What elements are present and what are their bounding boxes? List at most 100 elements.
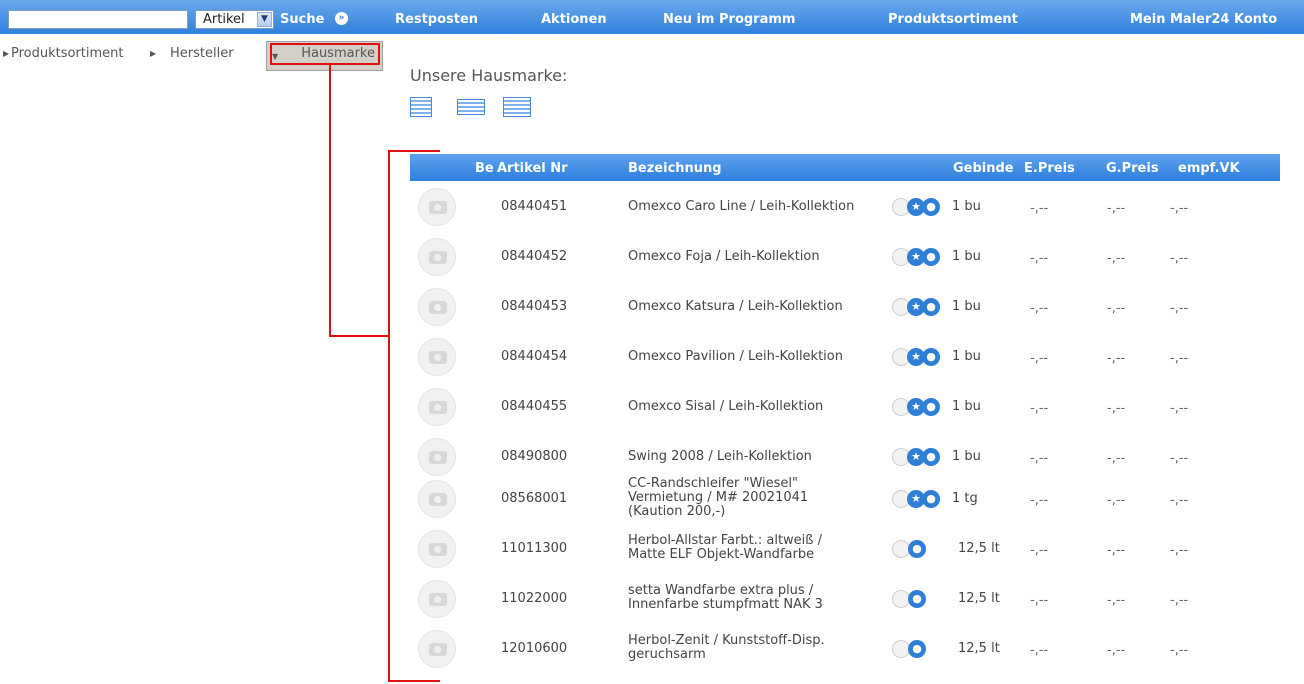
table-row[interactable]: 12010600 Herbol-Zenit / Kunststoff-Disp. g… <box>410 630 1280 680</box>
empf-vk: -,-- <box>1170 593 1189 608</box>
nav-neu-im-programm[interactable]: Neu im Programm <box>663 12 795 27</box>
col-g-preis[interactable]: G.Preis <box>1106 161 1159 176</box>
article-number[interactable]: 08440453 <box>501 300 567 314</box>
table-row[interactable]: 08440454 Omexco Pavilion / Leih-Kollektio… <box>410 338 1280 388</box>
search-scope-select[interactable]: Artikel ▼ <box>195 10 274 29</box>
product-description[interactable]: Omexco Katsura / Leih-Kollektion <box>628 300 893 314</box>
list-view-icon[interactable] <box>410 97 432 117</box>
gebinde: 12,5 lt <box>958 591 1000 606</box>
table-row[interactable]: 08568001 CC-Randschleifer "Wiesel" Vermiet… <box>410 477 1280 530</box>
table-row[interactable]: 08440451 Omexco Caro Line / Leih-Kollekti… <box>410 188 1280 238</box>
table-row[interactable]: 08440453 Omexco Katsura / Leih-Kollektion… <box>410 288 1280 338</box>
nav-restposten[interactable]: Restposten <box>395 12 478 27</box>
g-preis: -,-- <box>1107 593 1126 608</box>
empf-vk: -,-- <box>1170 301 1189 316</box>
product-description[interactable]: setta Wandfarbe extra plus / Innenfarbe s… <box>628 584 893 612</box>
product-description[interactable]: Omexco Pavilion / Leih-Kollektion <box>628 350 893 364</box>
no-image-icon[interactable] <box>418 580 456 618</box>
article-number[interactable]: 08568001 <box>501 492 567 506</box>
table-row[interactable]: 08440452 Omexco Foja / Leih-Kollektion ★ ● 1… <box>410 238 1280 288</box>
no-image-icon[interactable] <box>418 438 456 476</box>
table-row[interactable]: 11011300 Herbol-Allstar Farbt.: altweiß /… <box>410 530 1280 580</box>
e-preis: -,-- <box>1030 401 1049 416</box>
no-image-icon[interactable] <box>418 480 456 518</box>
article-number[interactable]: 08440455 <box>501 400 567 414</box>
gallery-view-icon[interactable] <box>457 99 485 115</box>
annotation-bracket <box>388 150 440 152</box>
col-e-preis[interactable]: E.Preis <box>1024 161 1075 176</box>
double-chevron-down-icon[interactable]: » <box>335 12 348 25</box>
article-number[interactable]: 11011300 <box>501 542 567 556</box>
e-preis: -,-- <box>1030 493 1049 508</box>
compact-view-icon[interactable] <box>503 97 531 117</box>
drop-icon[interactable]: ● <box>922 298 940 316</box>
nav-mein-konto[interactable]: Mein Maler24 Konto <box>1130 12 1277 27</box>
g-preis: -,-- <box>1107 451 1126 466</box>
search-input[interactable] <box>8 10 188 29</box>
description-line: setta Wandfarbe extra plus / <box>628 583 814 598</box>
no-image-icon[interactable] <box>418 238 456 276</box>
drop-icon[interactable]: ● <box>908 640 926 658</box>
drop-icon[interactable]: ● <box>908 540 926 558</box>
col-empf-vk[interactable]: empf.VK <box>1178 161 1240 176</box>
status-icons: ★ ● <box>892 298 952 318</box>
g-preis: -,-- <box>1107 351 1126 366</box>
product-description[interactable]: Herbol-Zenit / Kunststoff-Disp. geruchsar… <box>628 634 893 662</box>
drop-icon[interactable]: ● <box>922 490 940 508</box>
e-preis: -,-- <box>1030 351 1049 366</box>
no-image-icon[interactable] <box>418 338 456 376</box>
empf-vk: -,-- <box>1170 401 1189 416</box>
description-line: CC-Randschleifer "Wiesel" <box>628 476 799 491</box>
drop-icon[interactable]: ● <box>922 348 940 366</box>
product-description[interactable]: Omexco Sisal / Leih-Kollektion <box>628 400 893 414</box>
drop-icon[interactable]: ● <box>922 198 940 216</box>
article-number[interactable]: 12010600 <box>501 642 567 656</box>
no-image-icon[interactable] <box>418 288 456 326</box>
breadcrumb-hersteller[interactable]: Hersteller <box>170 46 234 61</box>
product-description[interactable]: Swing 2008 / Leih-Kollektion <box>628 450 893 464</box>
triangle-right-icon: ▶ <box>150 49 157 58</box>
drop-icon[interactable]: ● <box>922 248 940 266</box>
article-number[interactable]: 08440451 <box>501 200 567 214</box>
g-preis: -,-- <box>1107 493 1126 508</box>
description-line: Swing 2008 / Leih-Kollektion <box>628 449 812 464</box>
nav-aktionen[interactable]: Aktionen <box>541 12 607 27</box>
description-line: Herbol-Zenit / Kunststoff-Disp. <box>628 633 825 648</box>
e-preis: -,-- <box>1030 251 1049 266</box>
article-number[interactable]: 11022000 <box>501 592 567 606</box>
no-image-icon[interactable] <box>418 388 456 426</box>
search-button[interactable]: Suche <box>280 12 324 27</box>
no-image-icon[interactable] <box>418 188 456 226</box>
description-line: Matte ELF Objekt-Wandfarbe <box>628 547 815 562</box>
table-row[interactable]: 11022000 setta Wandfarbe extra plus / Inne… <box>410 580 1280 630</box>
nav-produktsortiment[interactable]: Produktsortiment <box>888 12 1018 27</box>
description-line: (Kaution 200,-) <box>628 504 726 519</box>
article-number[interactable]: 08440452 <box>501 250 567 264</box>
table-row[interactable]: 08440455 Omexco Sisal / Leih-Kollektion ★ ●… <box>410 388 1280 438</box>
product-description[interactable]: Herbol-Allstar Farbt.: altweiß / Matte EL… <box>628 534 893 562</box>
col-be[interactable]: Be <box>475 161 494 176</box>
col-artikel-nr[interactable]: Artikel Nr <box>497 161 568 176</box>
article-number[interactable]: 08440454 <box>501 350 567 364</box>
table-header: Be Artikel Nr Bezeichnung Gebinde E.Prei… <box>410 154 1280 181</box>
drop-icon[interactable]: ● <box>922 448 940 466</box>
breadcrumb-hausmarke[interactable]: Hausmarke <box>270 43 380 65</box>
article-number[interactable]: 08490800 <box>501 450 567 464</box>
e-preis: -,-- <box>1030 593 1049 608</box>
col-gebinde[interactable]: Gebinde <box>953 161 1014 176</box>
description-line: Omexco Sisal / Leih-Kollektion <box>628 399 824 414</box>
drop-icon[interactable]: ● <box>922 398 940 416</box>
gebinde: 1 tg <box>952 491 978 506</box>
chevron-down-icon[interactable]: ▼ <box>257 12 272 27</box>
col-bezeichnung[interactable]: Bezeichnung <box>628 161 722 176</box>
product-description[interactable]: CC-Randschleifer "Wiesel" Vermietung / M#… <box>628 477 893 519</box>
product-description[interactable]: Omexco Caro Line / Leih-Kollektion <box>628 200 893 214</box>
description-line: Herbol-Allstar Farbt.: altweiß / <box>628 533 822 548</box>
product-description[interactable]: Omexco Foja / Leih-Kollektion <box>628 250 893 264</box>
drop-icon[interactable]: ● <box>908 590 926 608</box>
annotation-bracket <box>388 680 440 682</box>
breadcrumb-produktsortiment[interactable]: Produktsortiment <box>11 46 124 61</box>
no-image-icon[interactable] <box>418 630 456 668</box>
no-image-icon[interactable] <box>418 530 456 568</box>
annotation-line <box>329 65 331 337</box>
